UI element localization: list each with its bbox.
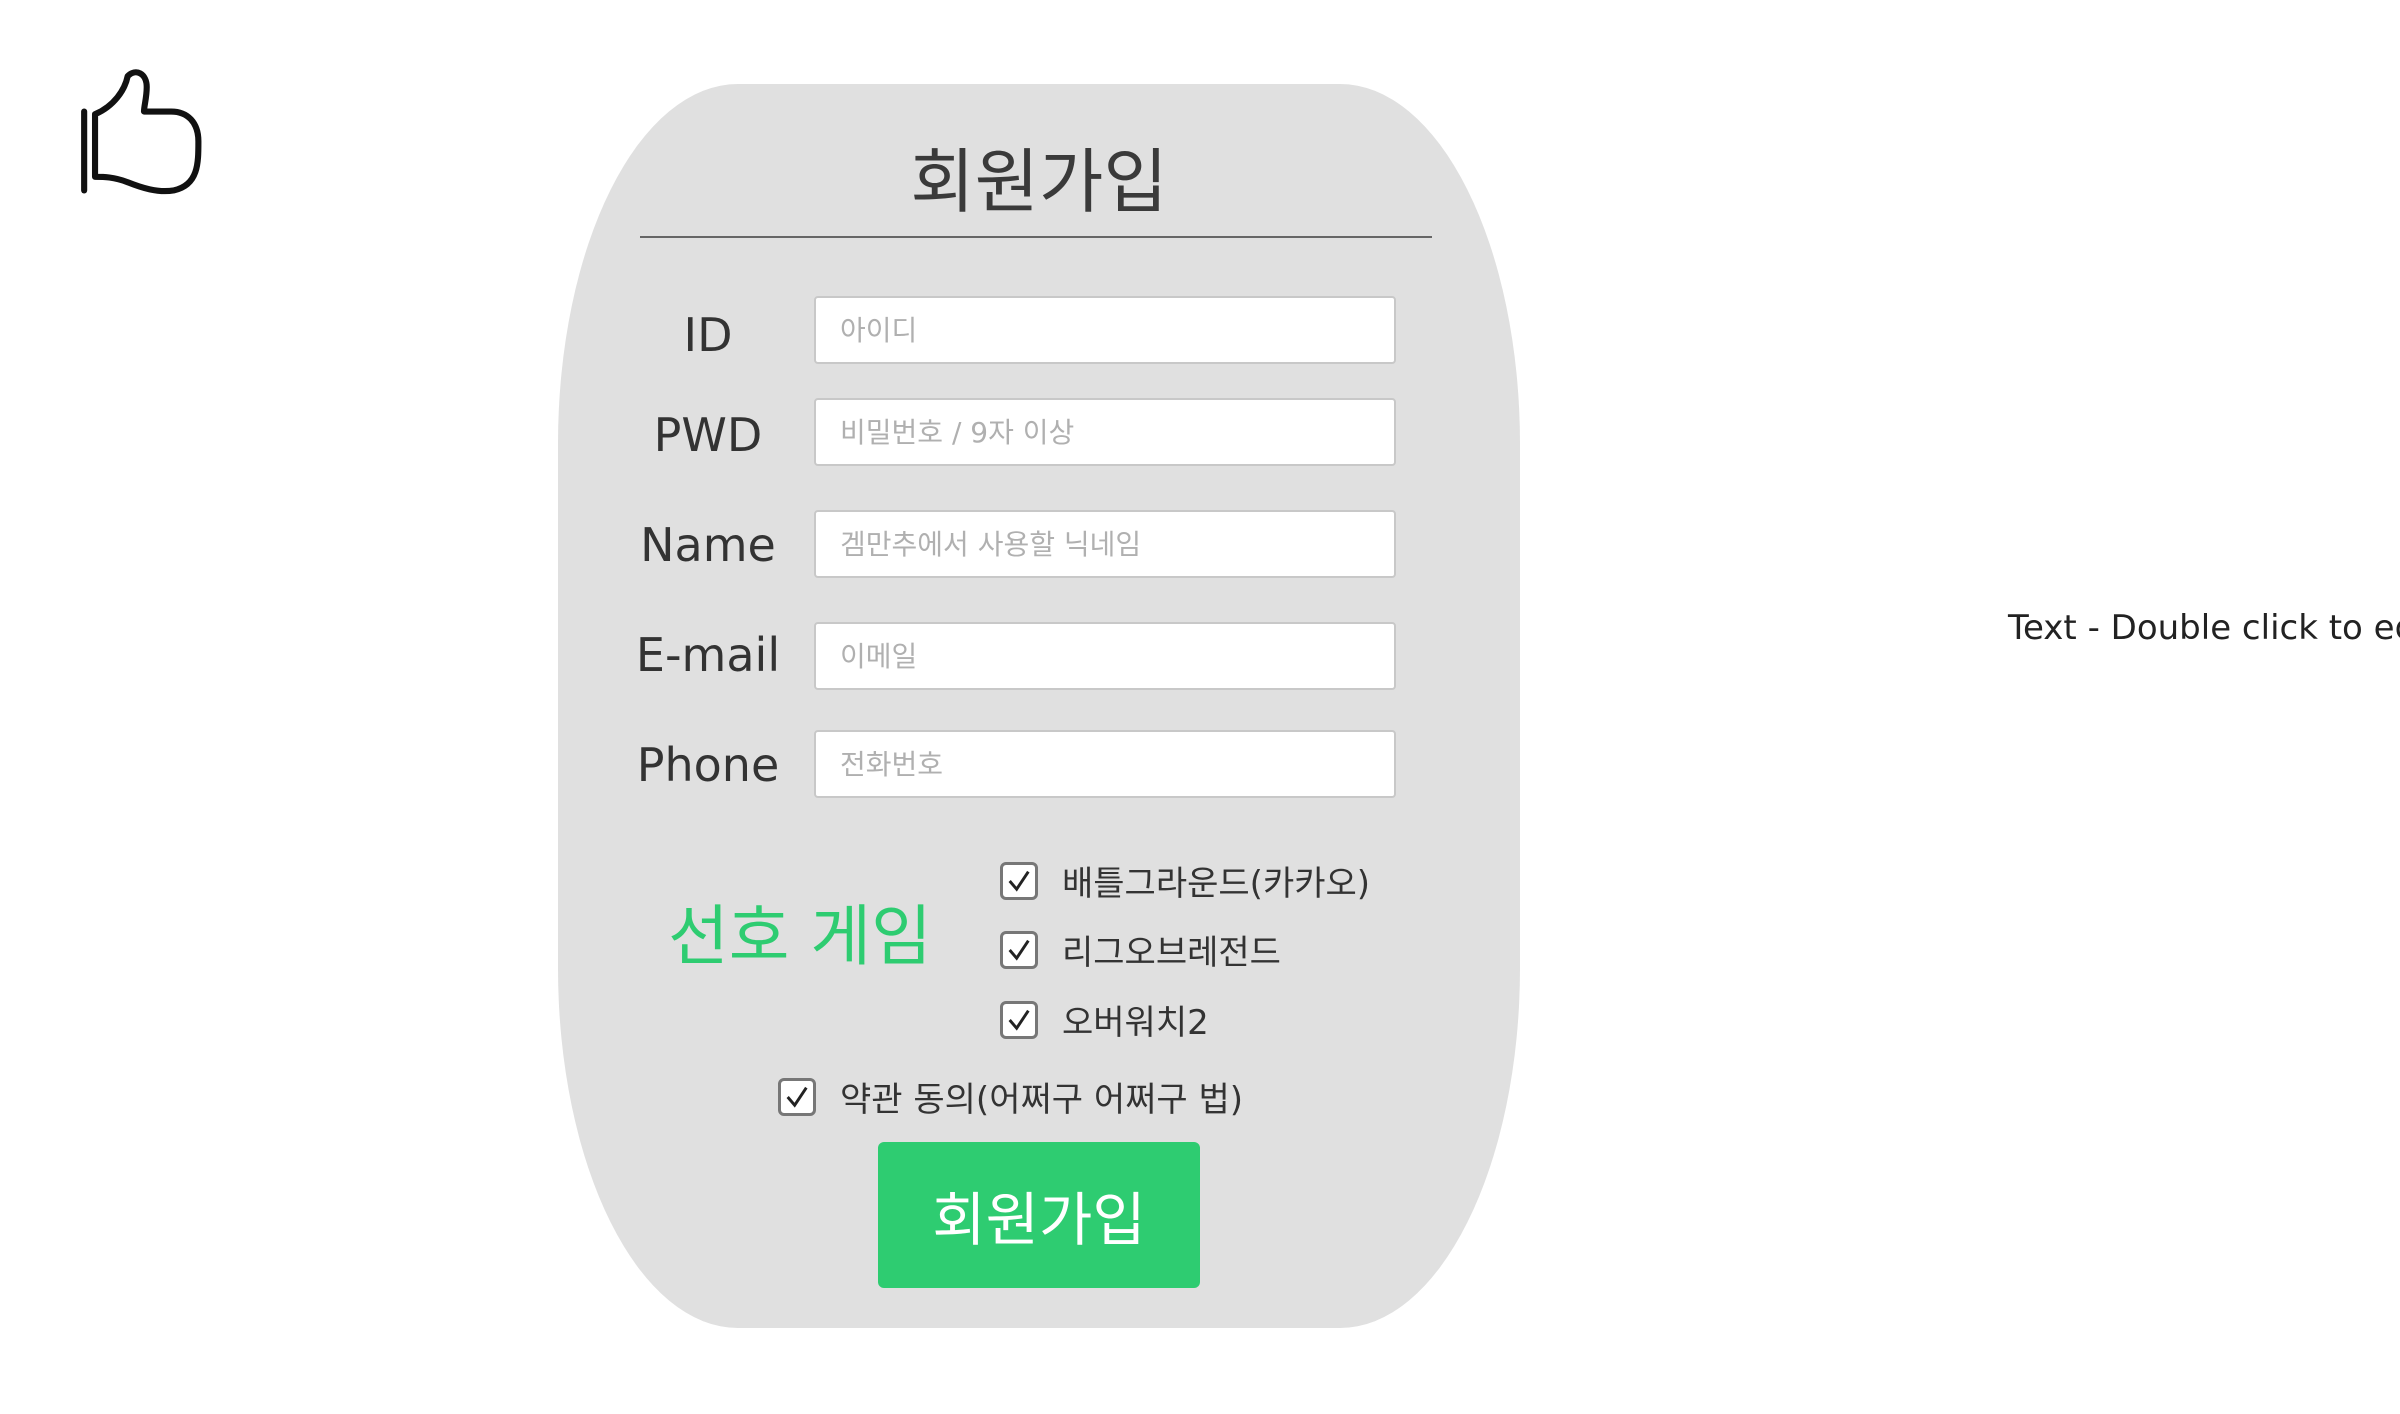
battlegrounds-label: 배틀그라운드(카카오) bbox=[1062, 864, 1371, 904]
signup-card: 회원가입 ID PWD Name E-mail Phone 선호 게임 배틀그라… bbox=[558, 84, 1520, 1328]
overwatch-label: 오버워치2 bbox=[1062, 1003, 1209, 1043]
id-label: ID bbox=[683, 308, 733, 362]
editable-text-placeholder[interactable]: Text - Double click to edit bbox=[2008, 608, 2400, 648]
game-option-battlegrounds: 배틀그라운드(카카오) bbox=[1000, 856, 1370, 905]
game-option-overwatch: 오버워치2 bbox=[1000, 995, 1209, 1044]
checkmark-icon bbox=[786, 1086, 808, 1108]
phone-input[interactable] bbox=[814, 730, 1396, 798]
form-title: 회원가입 bbox=[910, 141, 1168, 223]
terms-checkbox[interactable] bbox=[778, 1077, 816, 1116]
lol-checkbox[interactable] bbox=[1000, 930, 1038, 969]
checkmark-icon bbox=[1008, 870, 1030, 892]
name-label: Name bbox=[640, 518, 776, 572]
overwatch-checkbox[interactable] bbox=[1000, 1000, 1038, 1039]
signup-button[interactable]: 회원가입 bbox=[878, 1142, 1200, 1288]
preferred-games-label: 선호 게임 bbox=[668, 898, 932, 975]
battlegrounds-checkbox[interactable] bbox=[1000, 861, 1038, 900]
terms-label: 약관 동의(어쩌구 어쩌구 법) bbox=[840, 1080, 1244, 1120]
password-input[interactable] bbox=[814, 398, 1396, 466]
game-option-lol: 리그오브레전드 bbox=[1000, 925, 1281, 974]
checkmark-icon bbox=[1008, 1009, 1030, 1031]
phone-label: Phone bbox=[636, 738, 780, 792]
id-input[interactable] bbox=[814, 296, 1396, 364]
terms-agreement: 약관 동의(어쩌구 어쩌구 법) bbox=[778, 1072, 1243, 1121]
checkmark-icon bbox=[1008, 939, 1030, 961]
lol-label: 리그오브레전드 bbox=[1062, 933, 1281, 973]
pwd-label: PWD bbox=[653, 408, 763, 462]
thumbs-up-icon bbox=[81, 69, 202, 195]
email-label: E-mail bbox=[635, 628, 781, 682]
name-input[interactable] bbox=[814, 510, 1396, 578]
title-divider bbox=[640, 236, 1432, 238]
email-input[interactable] bbox=[814, 622, 1396, 690]
